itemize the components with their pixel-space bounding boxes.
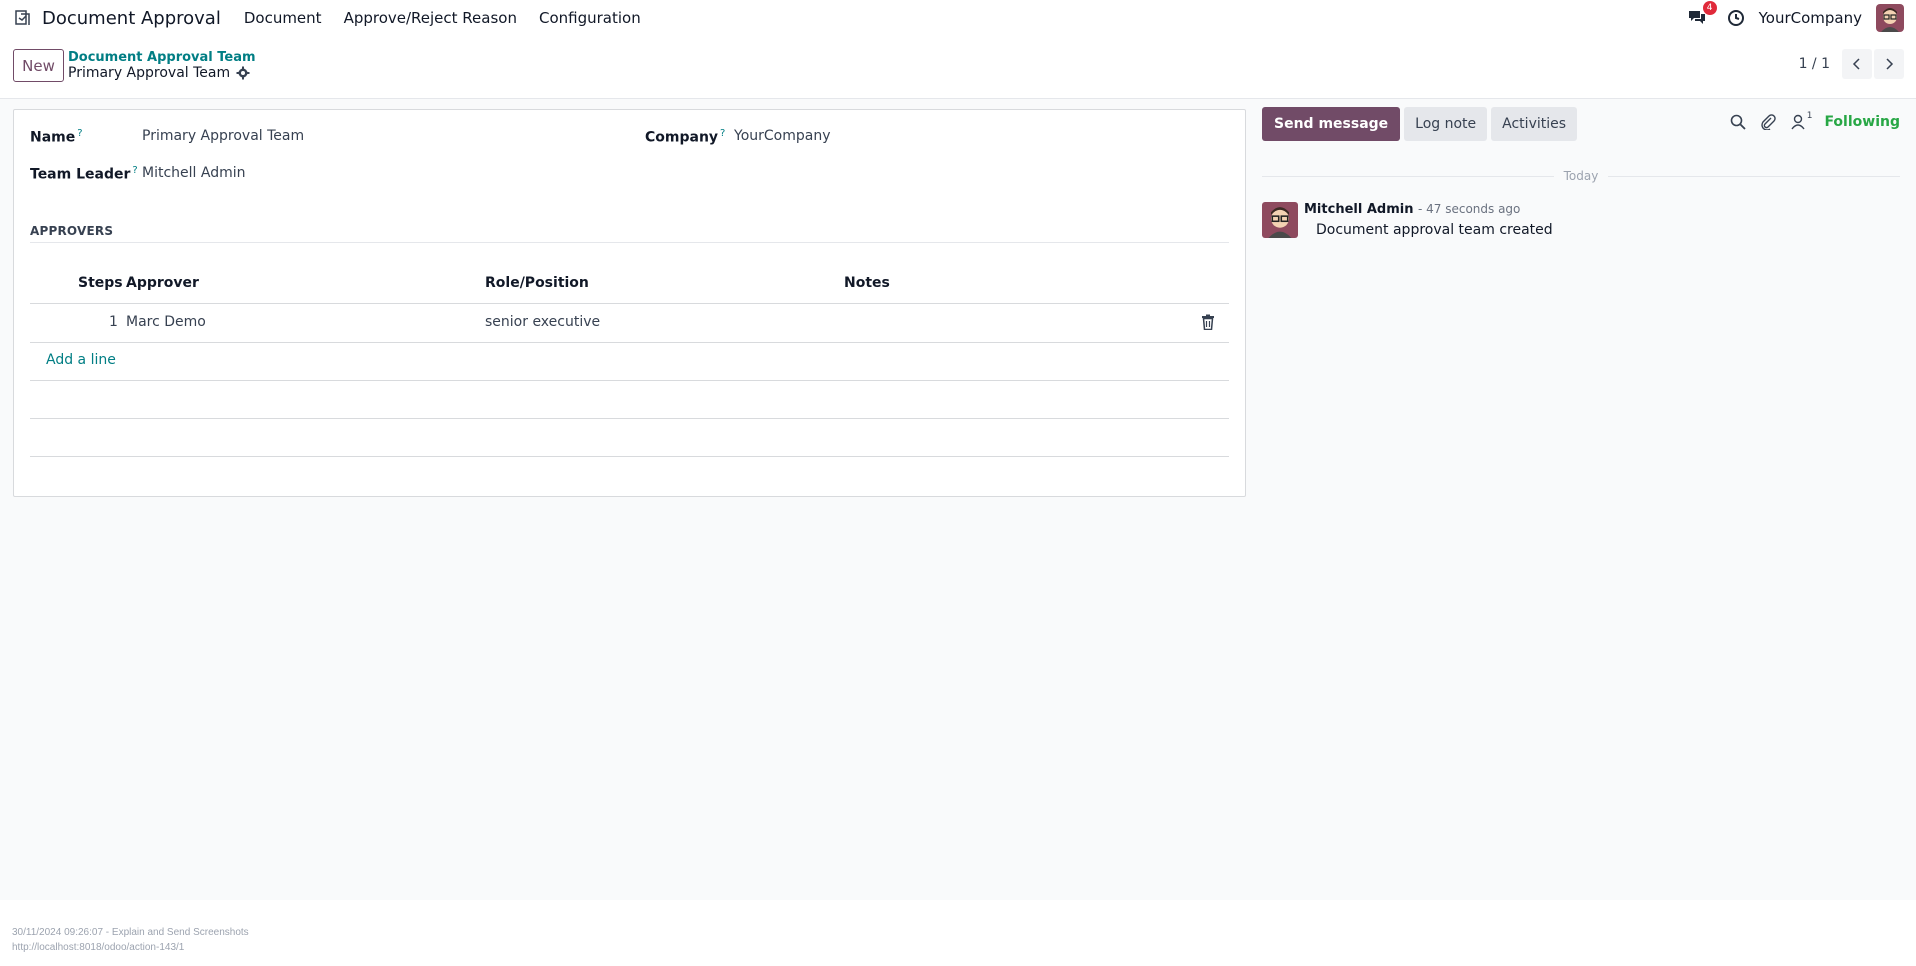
company-label-text: Company [645,129,719,146]
app-name[interactable]: Document Approval [42,8,221,29]
chatter-topbar: Send message Log note Activities [1262,107,1578,141]
author-avatar-icon [1262,202,1298,238]
date-separator-line [1608,175,1900,177]
footer-timestamp: 30/11/2024 09:26:07 - Explain and Send S… [12,927,249,938]
cell-steps[interactable]: 1 [109,314,118,330]
top-navbar: Document Approval Document Approve/Rejec… [0,0,1916,36]
pager-next-button[interactable] [1874,49,1904,79]
team-leader-help-icon[interactable]: ? [132,165,137,176]
message-author-name[interactable]: Mitchell Admin [1304,202,1413,217]
date-separator-line [1262,175,1554,177]
menu-item-configuration[interactable]: Configuration [528,9,652,27]
breadcrumb-parent-link[interactable]: Document Approval Team [68,50,256,65]
table-divider [30,418,1229,419]
pager-value[interactable]: 1 / 1 [1799,56,1830,72]
breadcrumb-current: Primary Approval Team [68,65,250,81]
clock-icon[interactable] [1727,9,1745,27]
chevron-left-icon [1852,58,1860,70]
footer-url: http://localhost:8018/odoo/action-143/1 [12,942,185,953]
cell-approver[interactable]: Marc Demo [126,314,206,330]
footer-area: 30/11/2024 09:26:07 - Explain and Send S… [0,900,1916,966]
following-button[interactable]: Following [1824,114,1900,130]
company-switcher[interactable]: YourCompany [1759,9,1862,27]
messaging-menu[interactable]: 4 [1687,1,1717,29]
new-button[interactable]: New [13,49,64,82]
name-label: Name? [30,128,83,146]
company-field[interactable]: YourCompany [734,128,831,144]
message-author-avatar[interactable] [1262,202,1298,238]
follower-count: 1 [1806,111,1813,121]
team-leader-label-text: Team Leader [30,166,131,183]
log-note-button[interactable]: Log note [1404,107,1488,141]
company-label: Company? [645,128,725,146]
team-leader-field[interactable]: Mitchell Admin [142,165,246,181]
chevron-right-icon [1886,58,1894,70]
table-divider [30,456,1229,457]
add-line-link[interactable]: Add a line [46,352,116,368]
company-help-icon[interactable]: ? [720,128,725,139]
approvers-section-title: APPROVERS [30,224,114,238]
table-divider [30,380,1229,381]
date-separator-label: Today [1563,169,1599,183]
form-sheet: Name? Primary Approval Team Company? You… [13,109,1246,497]
column-role-position[interactable]: Role/Position [485,275,589,291]
chatter-tools: 1 Following [1716,111,1900,130]
message-body: Document approval team created [1316,222,1553,238]
name-help-icon[interactable]: ? [77,128,82,139]
name-field[interactable]: Primary Approval Team [142,128,304,144]
user-avatar-icon [1876,4,1904,32]
approvers-table-header: Steps Approver Role/Position Notes [30,275,1229,299]
send-message-button[interactable]: Send message [1262,107,1401,141]
app-document-icon[interactable] [14,9,32,27]
menu-item-approve-reject-reason[interactable]: Approve/Reject Reason [333,9,528,27]
table-divider [30,342,1229,343]
name-label-text: Name [30,129,76,146]
column-notes[interactable]: Notes [844,275,890,291]
pager: 1 / 1 [1799,49,1904,79]
systray: 4 YourCompany [1687,0,1904,36]
message-author: Mitchell Admin - 47 seconds ago [1304,202,1520,217]
section-divider [30,242,1229,243]
paperclip-icon[interactable] [1760,114,1776,130]
main-menu: Document Approve/Reject Reason Configura… [233,9,652,27]
table-row[interactable]: 1 Marc Demo senior executive [30,304,1229,342]
search-icon[interactable] [1730,114,1746,130]
chatter-message: Mitchell Admin - 47 seconds ago Document… [1262,202,1902,242]
user-avatar[interactable] [1876,4,1904,32]
trash-icon[interactable] [1201,314,1215,330]
control-panel: New Document Approval Team Primary Appro… [0,36,1916,99]
column-steps[interactable]: Steps [78,275,123,291]
followers-icon[interactable] [1790,114,1806,130]
message-timestamp: - 47 seconds ago [1417,202,1521,216]
activities-button[interactable]: Activities [1491,107,1578,141]
breadcrumb-current-label: Primary Approval Team [68,65,231,81]
menu-item-document[interactable]: Document [233,9,333,27]
gear-icon[interactable] [236,66,250,80]
date-separator: Today [1262,168,1900,184]
team-leader-label: Team Leader? [30,165,138,183]
cell-role[interactable]: senior executive [485,314,600,330]
chat-badge: 4 [1702,1,1717,15]
column-approver[interactable]: Approver [126,275,199,291]
pager-previous-button[interactable] [1842,49,1872,79]
